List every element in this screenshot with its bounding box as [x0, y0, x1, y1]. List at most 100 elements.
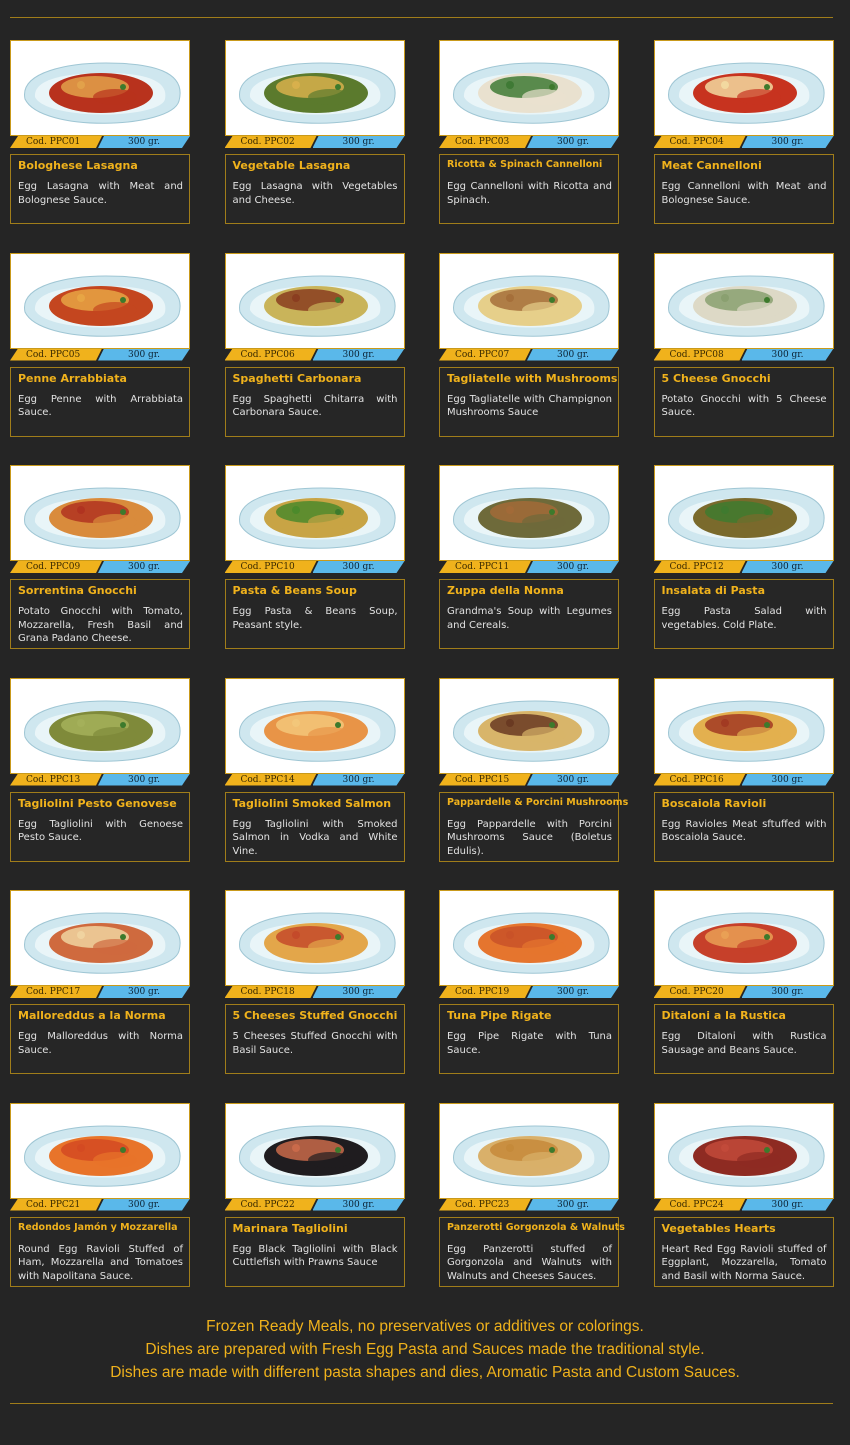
product-info-box: Tuna Pipe Rigate Egg Pipe Rigate with Tu…	[439, 1004, 619, 1074]
product-tag: Cod. PPC18 300 gr.	[225, 986, 405, 998]
product-info-box: Tagliolini Pesto Genovese Egg Tagliolini…	[10, 791, 190, 862]
product-description: Egg Panzerotti stuffed of Gorgonzola and…	[447, 1243, 612, 1282]
dish-photo	[10, 40, 190, 136]
product-tag: Cod. PPC16 300 gr.	[654, 774, 834, 786]
product-name: 5 Cheeses Stuffed Gnocchi	[232, 1009, 398, 1022]
product-description: Egg Cannelloni with Ricotta and Spinach.	[447, 181, 612, 206]
product-code: Cod. PPC07	[439, 349, 531, 361]
product-code: Cod. PPC15	[439, 774, 531, 786]
product-code: Cod. PPC05	[10, 349, 102, 361]
product-description: Egg Tagliolini with Genoese Pesto Sauce.	[18, 818, 183, 844]
product-code: Cod. PPC09	[10, 561, 102, 573]
product-description: Egg Ditaloni with Rustica Sausage and Be…	[661, 1031, 827, 1056]
product-weight: 300 gr.	[742, 986, 834, 998]
dish-photo	[653, 40, 834, 136]
product-tag: Cod. PPC02 300 gr.	[225, 136, 405, 148]
product-code: Cod. PPC16	[654, 774, 746, 786]
product-name: Zuppa della Nonna	[447, 584, 564, 597]
product-name: Tagliolini Pesto Genovese	[18, 796, 177, 810]
dish-photo	[224, 465, 405, 561]
product-code: Cod. PPC12	[654, 561, 746, 573]
footer-line-2: Dishes are prepared with Fresh Egg Pasta…	[145, 1341, 705, 1358]
product-weight: 300 gr.	[98, 986, 190, 998]
product-code: Cod. PPC13	[10, 774, 102, 786]
product-tag: Cod. PPC08 300 gr.	[654, 349, 834, 361]
product-tag: Cod. PPC20 300 gr.	[654, 986, 834, 998]
product-code: Cod. PPC10	[225, 561, 317, 573]
product-weight: 300 gr.	[313, 136, 405, 148]
product-code: Cod. PPC22	[225, 1199, 317, 1211]
dish-photo	[439, 677, 619, 774]
product-description: Egg Pasta Salad with vegetables. Cold Pl…	[661, 606, 827, 631]
product-name: Penne Arrabbiata	[18, 371, 127, 385]
product-description: Potato Gnocchi with 5 Cheese Sauce.	[661, 393, 827, 419]
product-tag: Cod. PPC01 300 gr.	[10, 136, 190, 148]
dish-photo	[439, 465, 619, 561]
product-weight: 300 gr.	[742, 136, 834, 148]
product-weight: 300 gr.	[98, 561, 190, 573]
product-description: Egg Ravioles Meat sftuffed with Boscaiol…	[661, 818, 827, 844]
product-name: Redondos Jamón y Mozzarella	[18, 1221, 178, 1233]
product-name: Ricotta & Spinach Cannelloni	[447, 159, 603, 170]
product-tag: Cod. PPC19 300 gr.	[439, 986, 619, 998]
product-name: Pappardelle & Porcini Mushrooms	[447, 796, 629, 808]
product-code: Cod. PPC06	[225, 349, 317, 361]
product-name: Insalata di Pasta	[661, 584, 766, 597]
product-description: Egg Tagliolini with Smoked Salmon in Vod…	[232, 818, 398, 857]
product-code: Cod. PPC18	[225, 986, 317, 998]
product-tag: Cod. PPC07 300 gr.	[439, 349, 619, 361]
product-description: Egg Lasagna with Vegetables and Cheese.	[232, 181, 398, 206]
dish-photo	[653, 890, 834, 986]
product-tag: Cod. PPC03 300 gr.	[439, 136, 619, 148]
product-info-box: Pasta & Beans Soup Egg Pasta & Beans Sou…	[224, 579, 405, 649]
product-code: Cod. PPC11	[439, 561, 531, 573]
product-info-box: Sorrentina Gnocchi Potato Gnocchi with T…	[10, 579, 190, 649]
product-info-box: Marinara Tagliolini Egg Black Tagliolini…	[224, 1216, 405, 1287]
product-info-box: 5 Cheese Gnocchi Potato Gnocchi with 5 C…	[653, 366, 834, 437]
product-info-box: Vegetable Lasagna Egg Lasagna with Veget…	[224, 154, 405, 224]
product-name: Meat Cannelloni	[661, 159, 762, 172]
dish-photo	[10, 890, 190, 986]
product-info-box: Redondos Jamón y Mozzarella Round Egg Ra…	[10, 1216, 190, 1287]
dish-photo	[439, 1102, 619, 1199]
product-weight: 300 gr.	[313, 986, 405, 998]
dish-photo	[224, 890, 405, 986]
product-weight: 300 gr.	[527, 774, 619, 786]
product-weight: 300 gr.	[742, 561, 834, 573]
product-weight: 300 gr.	[527, 986, 619, 998]
product-info-box: Penne Arrabbiata Egg Penne with Arrabbia…	[10, 366, 190, 437]
product-weight: 300 gr.	[527, 349, 619, 361]
product-tag: Cod. PPC17 300 gr.	[10, 986, 190, 998]
product-description: Round Egg Ravioli Stuffed of Ham, Mozzar…	[18, 1243, 183, 1282]
product-description: Potato Gnocchi with Tomato, Mozzarella, …	[18, 606, 183, 644]
product-tag: Cod. PPC21 300 gr.	[10, 1199, 190, 1211]
product-description: Egg Cannelloni with Meat and Bolognese S…	[661, 181, 827, 206]
product-weight: 300 gr.	[98, 349, 190, 361]
product-info-box: Malloreddus a la Norma Egg Malloreddus w…	[10, 1004, 190, 1074]
product-description: Egg Lasagna with Meat and Bolognese Sauc…	[18, 181, 183, 206]
dish-photo	[439, 252, 619, 349]
product-info-box: Bologhese Lasagna Egg Lasagna with Meat …	[10, 154, 190, 224]
product-description: Egg Pappardelle with Porcini Mushrooms S…	[447, 818, 612, 857]
product-code: Cod. PPC01	[10, 136, 102, 148]
product-info-box: Zuppa della Nonna Grandma's Soup with Le…	[439, 579, 619, 649]
product-code: Cod. PPC08	[654, 349, 746, 361]
product-name: Vegetable Lasagna	[232, 159, 351, 172]
product-description: Egg Tagliatelle with Champignon Mushroom…	[447, 393, 612, 419]
dish-photo	[10, 677, 190, 774]
product-tag: Cod. PPC22 300 gr.	[225, 1199, 405, 1211]
product-info-box: Ditaloni a la Rustica Egg Ditaloni with …	[653, 1004, 834, 1074]
product-code: Cod. PPC02	[225, 136, 317, 148]
product-tag: Cod. PPC11 300 gr.	[439, 561, 619, 573]
product-weight: 300 gr.	[313, 349, 405, 361]
dish-photo	[439, 40, 619, 136]
product-weight: 300 gr.	[527, 561, 619, 573]
dish-photo	[653, 1102, 834, 1199]
product-code: Cod. PPC04	[654, 136, 746, 148]
product-name: Sorrentina Gnocchi	[18, 584, 137, 597]
product-name: Marinara Tagliolini	[232, 1221, 348, 1235]
product-tag: Cod. PPC14 300 gr.	[225, 774, 405, 786]
product-name: Panzerotti Gorgonzola & Walnuts	[447, 1221, 625, 1233]
product-description: Egg Black Tagliolini with Black Cuttlefi…	[232, 1243, 398, 1269]
product-tag: Cod. PPC24 300 gr.	[654, 1199, 834, 1211]
